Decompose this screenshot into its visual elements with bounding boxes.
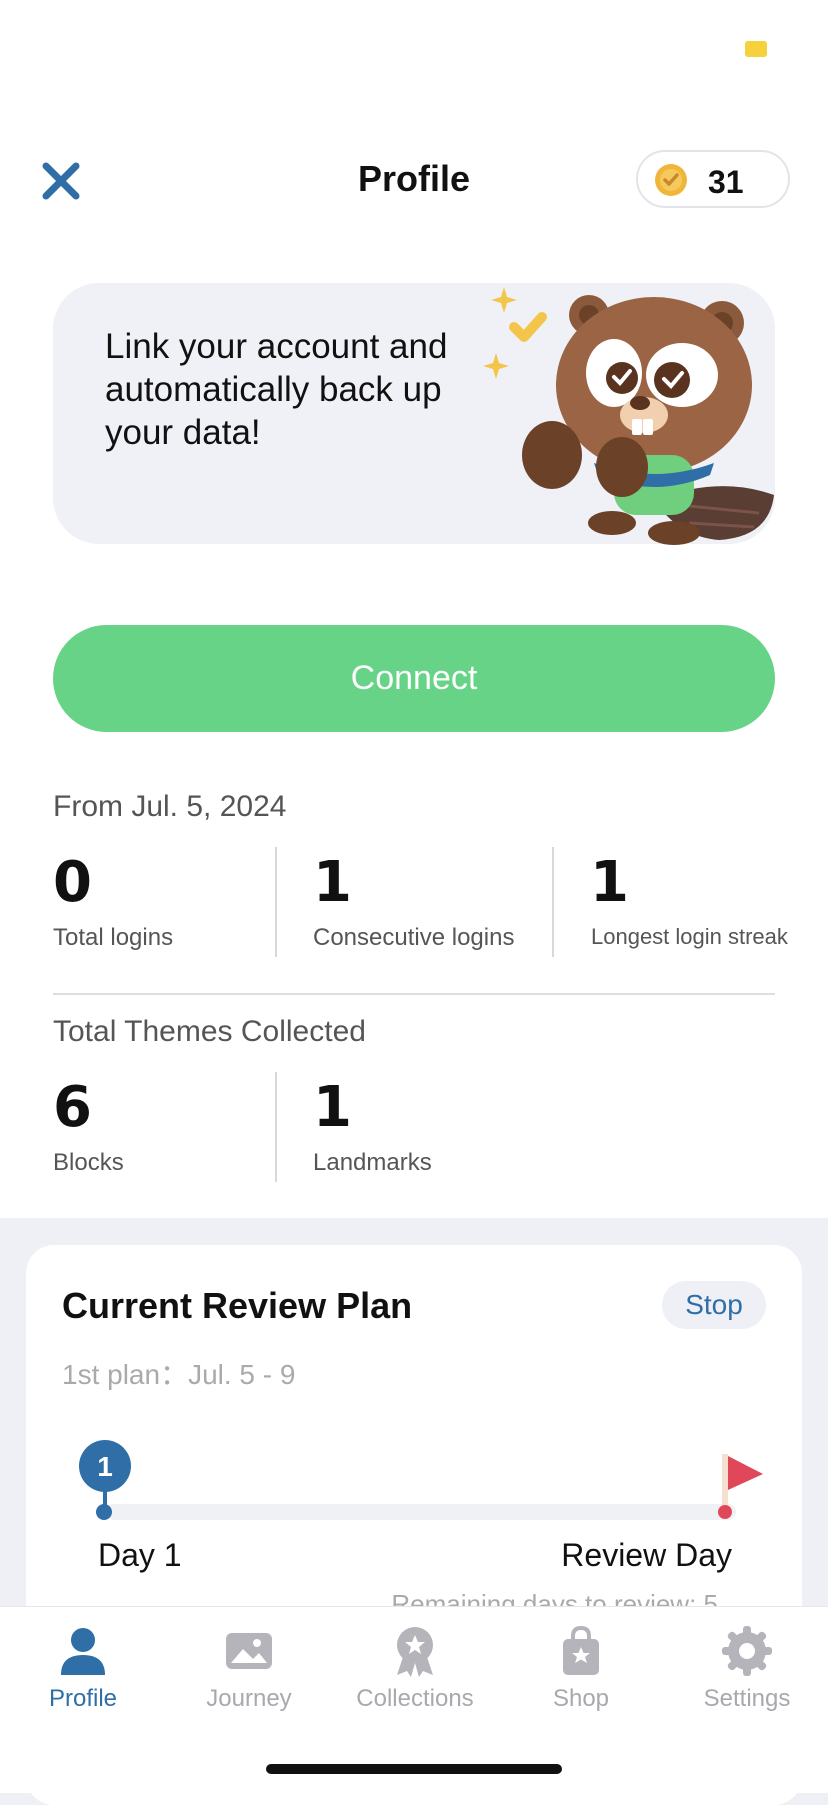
start-day-label: Day 1 [98,1537,182,1573]
stat-divider [275,1072,277,1182]
connect-button[interactable]: Connect [53,625,775,732]
plan-dates: 1st plan：Jul. 5 - 9 [62,1359,296,1390]
tab-label: Shop [552,1685,610,1712]
banner-text: Link your account and automatically back… [105,327,448,452]
themes-collected-label: Total Themes Collected [53,1015,366,1048]
status-indicator [745,41,767,57]
tab-profile[interactable]: Profile [0,1623,166,1713]
tab-label: Collections [356,1685,474,1712]
total-logins-label: Total logins [53,924,174,951]
blocks-label: Blocks [53,1149,124,1176]
medal-icon [397,1627,433,1677]
longest-streak-value: 1 [590,850,629,915]
stop-button[interactable]: Stop [662,1281,766,1329]
tab-label: Profile [48,1685,118,1712]
gear-icon [722,1626,772,1676]
coin-count: 31 [708,164,744,200]
total-logins-value: 0 [53,850,92,915]
stat-divider [275,847,277,957]
picture-icon [226,1633,272,1669]
tab-label: Settings [703,1685,791,1712]
coin-check-icon [655,164,687,196]
current-day-number: 1 [97,1451,113,1482]
current-day-pin: 1 [79,1440,131,1508]
tab-journey[interactable]: Journey [166,1623,332,1713]
review-day-flag-icon [718,1454,763,1519]
tab-collections[interactable]: Collections [332,1623,498,1713]
tab-shop[interactable]: Shop [498,1623,664,1713]
longest-streak-label: Longest login streak [591,924,788,949]
person-icon [61,1628,105,1675]
consecutive-logins-label: Consecutive logins [313,924,515,951]
review-plan-title: Current Review Plan [62,1285,413,1326]
stat-divider [552,847,554,957]
logins-since-label: From Jul. 5, 2024 [53,790,287,823]
blocks-value: 6 [53,1075,92,1140]
coin-balance[interactable]: 31 [636,150,790,208]
section-divider [53,993,775,995]
home-indicator [266,1764,562,1774]
tab-label: Journey [206,1685,292,1712]
review-day-label: Review Day [561,1537,732,1573]
landmarks-label: Landmarks [313,1149,432,1176]
tab-settings[interactable]: Settings [664,1623,828,1713]
landmarks-value: 1 [313,1075,352,1140]
beaver-mascot-illustration [483,287,774,545]
consecutive-logins-value: 1 [313,850,352,915]
review-progress-track [106,1504,736,1520]
shopping-bag-icon [563,1625,599,1675]
